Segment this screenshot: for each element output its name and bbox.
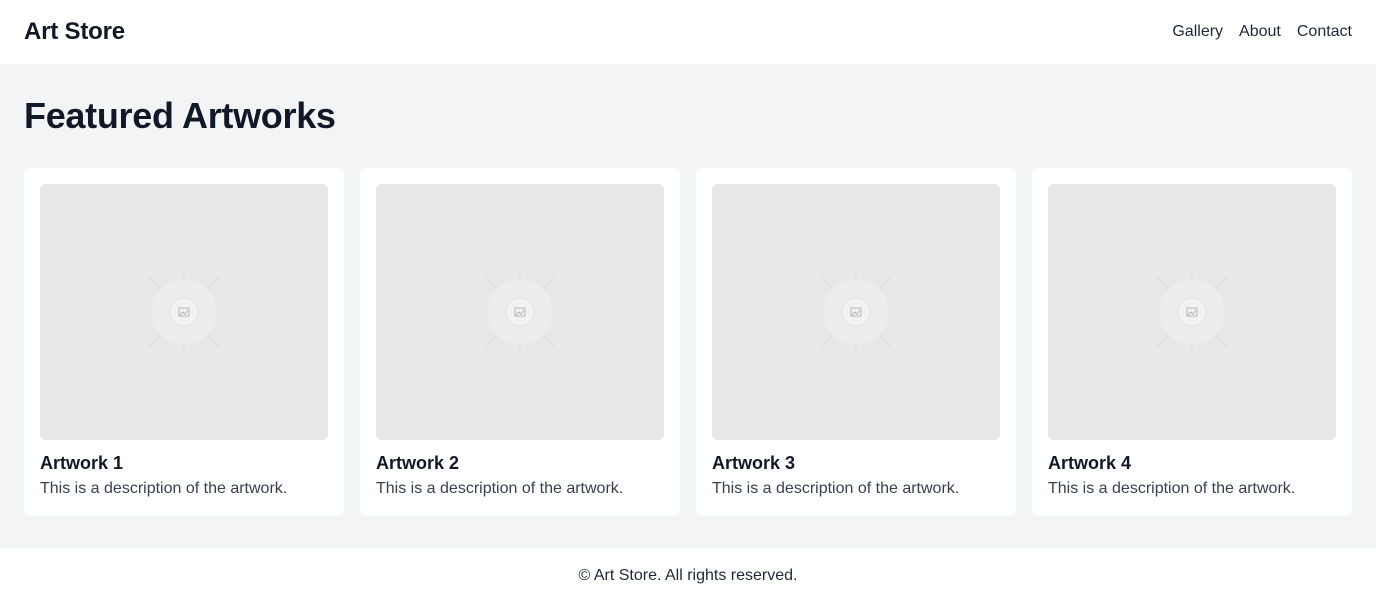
image-placeholder-icon — [1152, 272, 1232, 352]
main-content: Featured Artworks Artwork 1 This is a de… — [0, 64, 1376, 548]
artwork-grid: Artwork 1 This is a description of the a… — [24, 168, 1352, 516]
artwork-card[interactable]: Artwork 4 This is a description of the a… — [1032, 168, 1352, 516]
site-footer: © Art Store. All rights reserved. — [0, 548, 1376, 604]
page-title: Featured Artworks — [24, 95, 336, 136]
site-header: Art Store Gallery About Contact — [0, 0, 1376, 64]
artwork-card[interactable]: Artwork 2 This is a description of the a… — [360, 168, 680, 516]
artwork-title: Artwork 3 — [712, 453, 796, 473]
brand-logo-text[interactable]: Art Store — [24, 18, 125, 46]
artwork-card[interactable]: Artwork 1 This is a description of the a… — [24, 168, 344, 516]
artwork-image[interactable] — [712, 184, 1000, 440]
nav-link-contact[interactable]: Contact — [1297, 23, 1352, 41]
image-placeholder-icon — [480, 272, 560, 352]
artwork-image[interactable] — [1048, 184, 1336, 440]
artwork-title: Artwork 4 — [1048, 453, 1132, 473]
artwork-title: Artwork 2 — [376, 453, 460, 473]
artwork-description: This is a description of the artwork. — [376, 480, 624, 497]
artwork-card[interactable]: Artwork 3 This is a description of the a… — [696, 168, 1016, 516]
artwork-title: Artwork 1 — [40, 453, 124, 473]
image-placeholder-icon — [144, 272, 224, 352]
artwork-description: This is a description of the artwork. — [712, 480, 960, 497]
artwork-image[interactable] — [40, 184, 328, 440]
artwork-image[interactable] — [376, 184, 664, 440]
nav-link-about[interactable]: About — [1239, 23, 1281, 41]
main-nav: Gallery About Contact — [1172, 23, 1352, 41]
footer-copyright: © Art Store. All rights reserved. — [578, 567, 798, 584]
nav-link-gallery[interactable]: Gallery — [1172, 23, 1223, 41]
image-placeholder-icon — [816, 272, 896, 352]
artwork-description: This is a description of the artwork. — [40, 480, 288, 497]
artwork-description: This is a description of the artwork. — [1048, 480, 1296, 497]
